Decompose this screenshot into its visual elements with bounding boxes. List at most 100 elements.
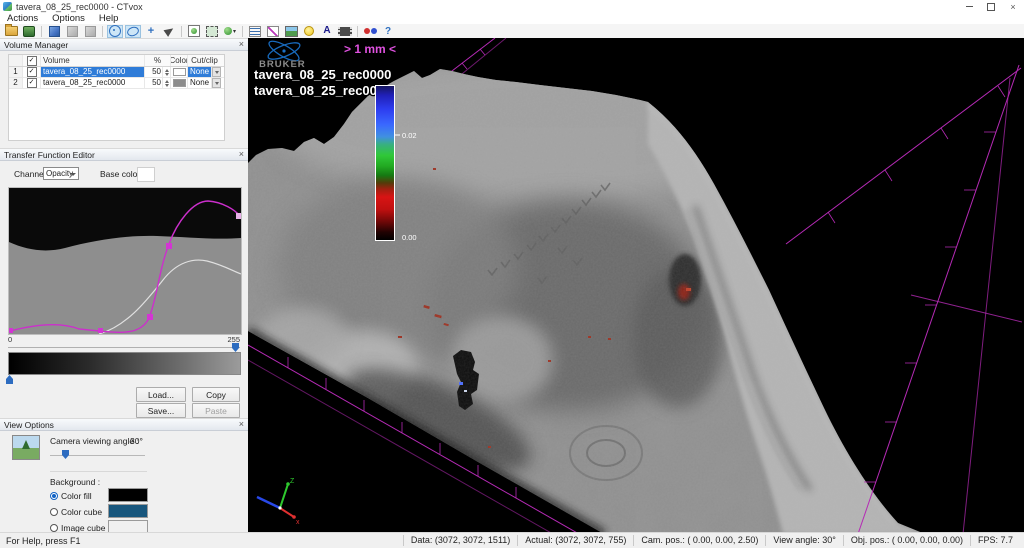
volume-manager-title: Volume Manager <box>4 40 68 50</box>
close-icon[interactable]: × <box>239 150 244 159</box>
cutclip-cell[interactable]: None <box>188 67 212 77</box>
image-capture-button[interactable] <box>283 25 299 38</box>
cube-disabled-icon <box>85 26 96 37</box>
camera-angle-thumb[interactable] <box>62 450 69 459</box>
status-data-size: Data: (3072, 3072, 1511) <box>403 535 517 546</box>
volume-table-header: ✓ Volume % Color Cut/clip <box>9 55 224 67</box>
maximize-button[interactable] <box>980 0 1002 13</box>
color-cube-swatch[interactable] <box>108 504 148 518</box>
transfer-function-panel: Transfer Function Editor × Channel : Opa… <box>0 148 248 418</box>
scale-label: > 1 mm < <box>344 42 396 56</box>
cube-view-button[interactable] <box>46 25 62 38</box>
left-panel-column: Volume Manager × ✓ Volume % Color Cut/cl… <box>0 38 248 532</box>
save-button[interactable]: Save... <box>136 403 186 418</box>
open-file-button[interactable] <box>3 25 19 38</box>
percent-stepper[interactable] <box>163 67 171 77</box>
percent-cell[interactable]: 50 <box>145 78 163 88</box>
color-fill-radio[interactable] <box>50 492 58 500</box>
col-color: Color <box>171 55 188 66</box>
transfer-function-graph[interactable] <box>8 187 242 335</box>
view-options-panel: View Options × Camera viewing angle : 30… <box>0 418 248 532</box>
minimize-button[interactable] <box>958 0 980 13</box>
transfer-function-icon <box>267 26 279 37</box>
pan-move-button[interactable]: + <box>143 25 159 38</box>
paste-button[interactable]: Paste <box>192 403 240 418</box>
color-swatch[interactable] <box>173 79 186 87</box>
colorbar-min-label: 0.00 <box>402 233 417 242</box>
cutclip-dropdown[interactable] <box>212 78 221 88</box>
context-help-button[interactable]: ? <box>380 25 396 38</box>
row-checkbox[interactable]: ✓ <box>27 78 37 88</box>
lighting-icon <box>304 26 314 36</box>
select-all-checkbox[interactable]: ✓ <box>27 56 37 66</box>
dropdown-arrow-icon: ▾ <box>233 28 236 35</box>
pan-move-icon: + <box>148 26 154 36</box>
copy-button[interactable]: Copy <box>192 387 240 402</box>
status-help-text: For Help, press F1 <box>0 536 81 546</box>
render-sphere-button[interactable] <box>186 25 202 38</box>
table-row[interactable]: 1 ✓ tavera_08_25_rec0000 50 None <box>9 67 224 78</box>
cube-view-2-button[interactable] <box>64 25 80 38</box>
cube-icon <box>49 26 60 37</box>
render-mode-button[interactable]: ▾ <box>222 25 238 38</box>
close-icon[interactable]: × <box>239 420 244 429</box>
color-fill-swatch[interactable] <box>108 488 148 502</box>
movie-maker-button[interactable] <box>337 25 353 38</box>
volume-name-cell[interactable]: tavera_08_25_rec0000 <box>41 78 145 88</box>
load-button[interactable]: Load... <box>136 387 186 402</box>
volume-manager-button[interactable] <box>247 25 263 38</box>
orbit-rotate-button[interactable] <box>107 25 123 38</box>
menu-options[interactable]: Options <box>45 13 92 24</box>
color-swatch[interactable] <box>173 68 186 76</box>
col-volume: Volume <box>41 55 145 66</box>
ctvox-window: tavera_08_25_rec0000 - CTvox × Actions O… <box>0 0 1024 548</box>
axis-z-label: Z <box>290 478 295 485</box>
volume-name-cell[interactable]: tavera_08_25_rec0000 <box>41 67 145 77</box>
render-mode-icon <box>224 27 232 35</box>
axis-min-label: 0 <box>8 335 12 344</box>
base-color-swatch[interactable] <box>137 167 155 182</box>
close-button[interactable]: × <box>1002 0 1024 13</box>
close-icon[interactable]: × <box>239 40 244 49</box>
render-viewport[interactable]: Z x BRUKER > 1 mm < tavera_08_25_rec0000… <box>248 38 1024 532</box>
movie-maker-icon <box>338 27 352 36</box>
cube-view-3-button[interactable] <box>82 25 98 38</box>
color-cube-radio[interactable] <box>50 508 58 516</box>
lighting-button[interactable] <box>301 25 317 38</box>
annotation-font-button[interactable]: A <box>319 25 335 38</box>
channel-select[interactable]: Opacity <box>43 167 79 180</box>
table-row[interactable]: 2 ✓ tavera_08_25_rec0000 50 None <box>9 78 224 89</box>
range-min-slider[interactable] <box>6 375 13 384</box>
status-object-position: Obj. pos.: ( 0.00, 0.00, 0.00) <box>843 535 970 546</box>
grayscale-gradient-bar[interactable] <box>8 352 241 375</box>
chevron-down-icon <box>70 173 76 176</box>
camera-angle-value: 30° <box>130 436 143 446</box>
colorbar-tick-label: 0.02 <box>402 131 417 140</box>
volume-manager-panel: Volume Manager × ✓ Volume % Color Cut/cl… <box>0 38 248 148</box>
stereo-view-icon <box>364 28 377 34</box>
menu-help[interactable]: Help <box>92 13 126 24</box>
axis-max-label: 255 <box>227 335 240 344</box>
col-percent: % <box>145 55 171 66</box>
cutclip-dropdown[interactable] <box>212 67 221 77</box>
load-volume-button[interactable] <box>21 25 37 38</box>
clipping-box-button[interactable] <box>204 25 220 38</box>
volume-label-1: tavera_08_25_rec0000 <box>254 67 391 82</box>
row-checkbox[interactable]: ✓ <box>27 67 37 77</box>
app-icon <box>3 2 12 11</box>
percent-cell[interactable]: 50 <box>145 67 163 77</box>
transfer-function-button[interactable] <box>265 25 281 38</box>
percent-stepper[interactable] <box>163 78 171 88</box>
context-help-icon: ? <box>385 26 391 37</box>
menu-actions[interactable]: Actions <box>0 13 45 24</box>
window-title: tavera_08_25_rec0000 - CTvox <box>16 2 143 12</box>
volume-manager-icon <box>249 26 261 37</box>
status-bar: For Help, press F1 Data: (3072, 3072, 15… <box>0 532 1024 548</box>
stereo-view-button[interactable] <box>362 25 378 38</box>
orbit-spin-button[interactable] <box>125 25 141 38</box>
row-number: 1 <box>9 67 23 77</box>
image-cube-radio[interactable] <box>50 524 58 532</box>
flight-mode-button[interactable] <box>161 25 177 38</box>
cutclip-cell[interactable]: None <box>188 78 212 88</box>
range-max-slider[interactable] <box>232 343 239 352</box>
